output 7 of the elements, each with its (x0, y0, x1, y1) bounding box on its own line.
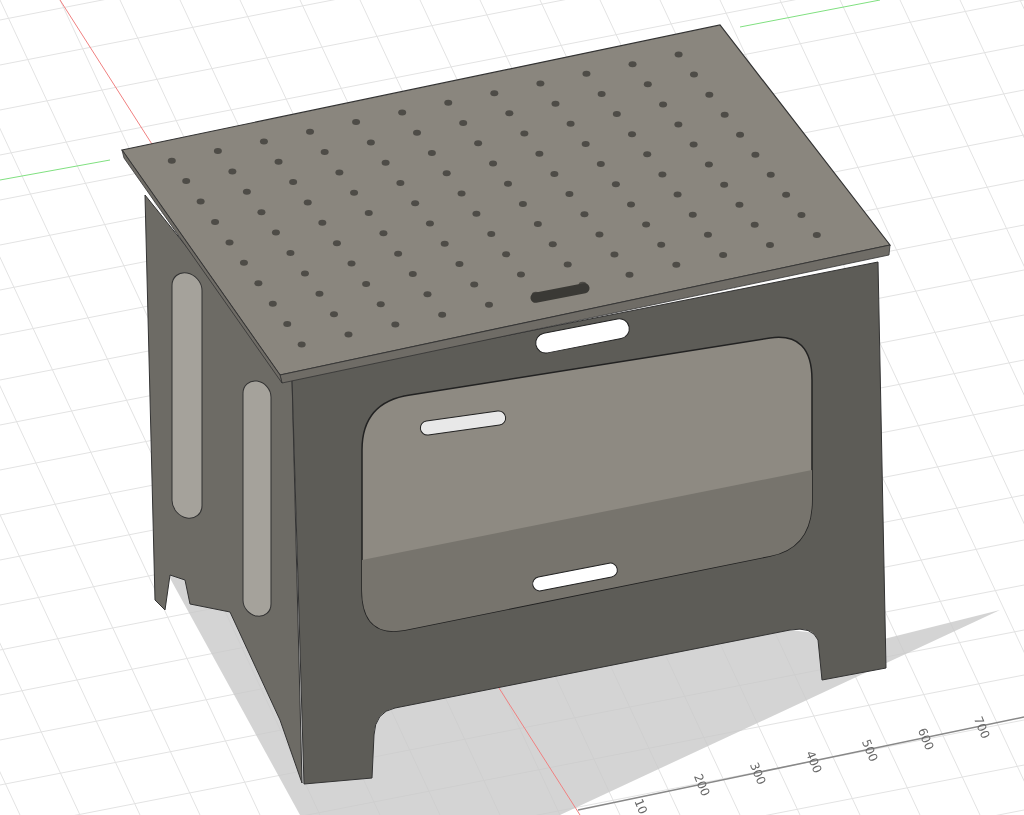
ruler-label: 500 (858, 737, 881, 764)
ruler-label: 300 (746, 760, 769, 787)
ruler-label: 400 (802, 748, 825, 776)
ruler-label: 600 (914, 725, 937, 753)
ruler-label: 10 (631, 796, 651, 815)
ruler-label: 700 (970, 714, 993, 741)
ruler-label: 200 (690, 771, 713, 799)
